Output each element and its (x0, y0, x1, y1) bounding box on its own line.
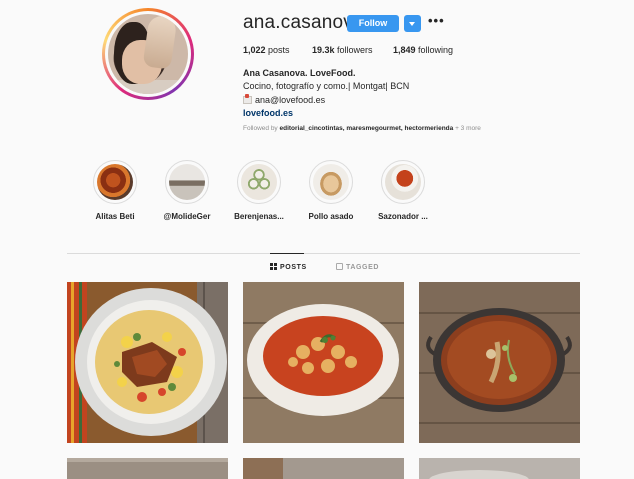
highlight-label: @MolideGer (163, 212, 211, 221)
tab-tagged[interactable]: TAGGED (336, 263, 379, 271)
followed-by[interactable]: Followed by editorial_cincotintas, mares… (243, 125, 481, 132)
post-image[interactable] (67, 458, 228, 479)
post-image-icon (243, 458, 404, 479)
post-paella[interactable] (419, 282, 580, 443)
bio-email: ana@lovefood.es (243, 94, 325, 105)
tag-icon (336, 263, 343, 270)
follow-button[interactable]: Follow (347, 15, 399, 32)
story-highlights: Alitas Beti @MolideGer Berenjenas... Pol… (0, 160, 634, 230)
highlight-alitas-beti[interactable]: Alitas Beti (80, 160, 150, 221)
followers-stat[interactable]: 19.3k followers (312, 45, 373, 55)
profile-username: ana.casanova (243, 12, 364, 33)
highlight-label: Sazonador ... (378, 212, 428, 221)
post-image-icon (67, 458, 228, 479)
highlight-label: Pollo asado (308, 212, 354, 221)
spice-bowl-icon (385, 164, 421, 200)
mailbox-icon (243, 94, 252, 104)
profile-header: ana.casanova Follow ••• 1,022 posts 19.3… (0, 0, 634, 150)
tab-posts[interactable]: POSTS (270, 263, 307, 271)
posts-stat: 1,022 posts (243, 45, 290, 55)
kitchen-person-icon (169, 164, 205, 200)
active-tab-indicator (270, 253, 304, 254)
post-image[interactable] (419, 458, 580, 479)
eggplant-plate-icon (241, 164, 277, 200)
bio-full-name: Ana Casanova. LoveFood. (243, 68, 356, 78)
post-rice-with-chicken[interactable] (67, 282, 228, 443)
following-stat[interactable]: 1,849 following (393, 45, 453, 55)
highlight-label: Berenjenas... (234, 212, 284, 221)
highlight-molideger[interactable]: @MolideGer (152, 160, 222, 221)
grid-icon (270, 263, 277, 270)
avatar-photo (108, 14, 188, 94)
chevron-down-icon (409, 22, 415, 26)
highlight-berenjenas[interactable]: Berenjenas... (224, 160, 294, 221)
post-chickpea-stew[interactable] (243, 282, 404, 443)
more-options-icon[interactable]: ••• (428, 14, 444, 30)
roast-chicken-icon (313, 164, 349, 200)
paella-pan-icon (419, 282, 580, 443)
chicken-wings-icon (97, 164, 133, 200)
bio-website-link[interactable]: lovefood.es (243, 108, 293, 118)
suggested-dropdown-button[interactable] (404, 15, 421, 32)
bio-description: Cocino, fotografío y como.| Montgat| BCN (243, 81, 410, 91)
post-image[interactable] (243, 458, 404, 479)
highlight-label: Alitas Beti (95, 212, 135, 221)
tabs-divider (67, 253, 580, 254)
highlight-sazonador[interactable]: Sazonador ... (368, 160, 438, 221)
highlight-pollo-asado[interactable]: Pollo asado (296, 160, 366, 221)
rice-with-chicken-plate-icon (67, 282, 228, 443)
chickpea-stew-bowl-icon (243, 282, 404, 443)
post-image-icon (419, 458, 580, 479)
profile-avatar[interactable] (102, 8, 194, 100)
